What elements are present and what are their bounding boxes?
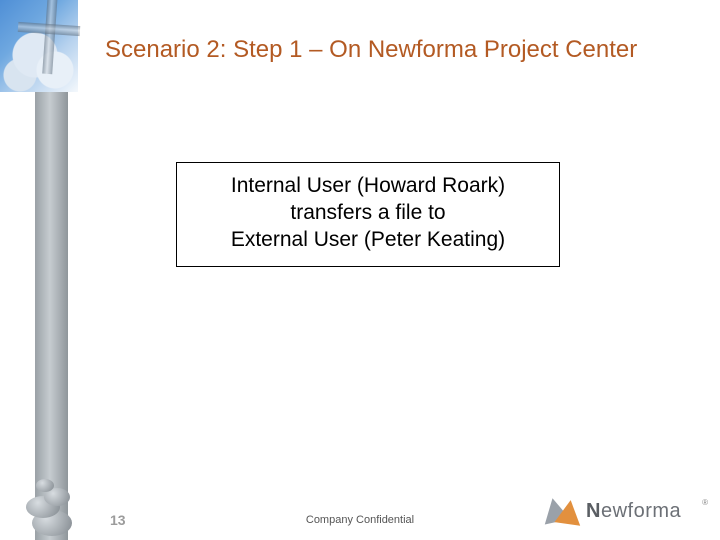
callout-line-3: External User (Peter Keating) <box>191 227 545 254</box>
slide-title: Scenario 2: Step 1 – On Newforma Project… <box>105 36 680 65</box>
stones-image <box>22 470 78 540</box>
sky-image <box>0 0 78 92</box>
callout-line-2: transfers a file to <box>191 200 545 227</box>
newforma-logo: Newforma ® <box>542 494 702 534</box>
slide: Scenario 2: Step 1 – On Newforma Project… <box>0 0 720 540</box>
logo-mark-icon <box>542 498 582 532</box>
logo-text-bold: N <box>586 500 601 522</box>
callout-box: Internal User (Howard Roark) transfers a… <box>176 162 560 267</box>
sidebar-graphic <box>0 0 78 540</box>
callout-line-1: Internal User (Howard Roark) <box>191 173 545 200</box>
registered-mark: ® <box>702 498 708 507</box>
logo-text: Newforma <box>586 500 681 523</box>
stone-icon <box>36 479 54 492</box>
logo-text-rest: ewforma <box>601 500 681 522</box>
